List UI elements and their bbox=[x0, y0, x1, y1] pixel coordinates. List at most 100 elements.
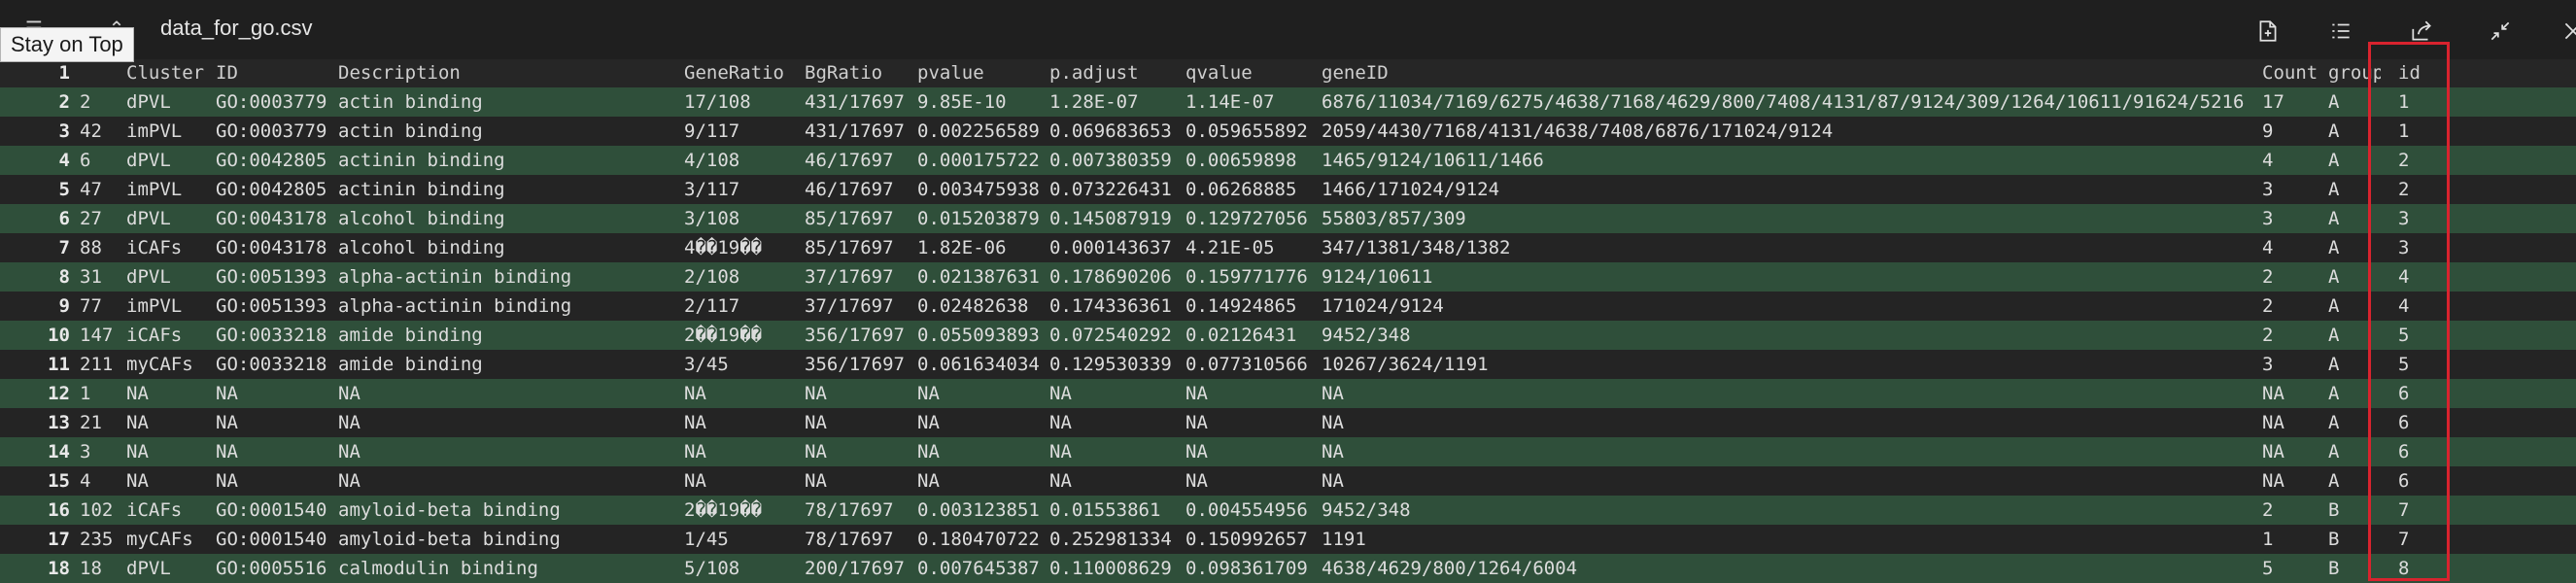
column-header[interactable]: ID bbox=[216, 59, 338, 87]
column-header[interactable]: Cluster bbox=[126, 59, 216, 87]
table-row[interactable]: 12 1 NA NA NA NA NA NA NA NA NA NA A 6 bbox=[0, 379, 2576, 408]
close-icon[interactable] bbox=[2558, 16, 2576, 47]
table-cell[interactable]: 4 bbox=[80, 466, 120, 496]
table-cell[interactable]: NA bbox=[1185, 437, 1322, 466]
table-cell[interactable]: NA bbox=[1322, 437, 2262, 466]
table-cell[interactable]: 10267/3624/1191 bbox=[1322, 350, 2262, 379]
new-file-icon[interactable] bbox=[2252, 16, 2284, 47]
table-cell[interactable]: 9.85E-10 bbox=[917, 87, 1049, 117]
table-cell[interactable]: NA bbox=[917, 466, 1049, 496]
table-cell[interactable]: NA bbox=[684, 379, 805, 408]
table-cell[interactable]: GO:0003779 bbox=[216, 87, 338, 117]
table-cell[interactable]: 0.00659898 bbox=[1185, 146, 1322, 175]
table-cell[interactable]: NA bbox=[1322, 408, 2262, 437]
table-cell[interactable]: 2059/4430/7168/4131/4638/7408/6876/17102… bbox=[1322, 117, 2262, 146]
table-cell[interactable]: NA bbox=[216, 437, 338, 466]
table-cell[interactable]: NA bbox=[126, 437, 216, 466]
table-cell[interactable]: calmodulin binding bbox=[338, 554, 684, 583]
table-cell[interactable]: 0.073226431 bbox=[1049, 175, 1185, 204]
table-cell[interactable]: 3/45 bbox=[684, 350, 805, 379]
table-cell[interactable]: NA bbox=[1049, 437, 1185, 466]
table-row[interactable]: 8 31 dPVL GO:0051393 alpha-actinin binding 2/… bbox=[0, 262, 2576, 292]
table-cell[interactable]: 2 bbox=[2262, 321, 2328, 350]
table-cell[interactable]: 4��19�� bbox=[684, 233, 805, 262]
table-cell[interactable]: 2��19�� bbox=[684, 321, 805, 350]
table-cell[interactable]: 235 bbox=[80, 525, 120, 554]
table-cell[interactable]: 0.015203879 bbox=[917, 204, 1049, 233]
table-cell[interactable]: 0.252981334 bbox=[1049, 525, 1185, 554]
table-cell[interactable]: dPVL bbox=[126, 87, 216, 117]
column-header[interactable]: pvalue bbox=[917, 59, 1049, 87]
table-row[interactable]: 14 3 NA NA NA NA NA NA NA NA NA NA A 6 bbox=[0, 437, 2576, 466]
table-cell[interactable]: 0.072540292 bbox=[1049, 321, 1185, 350]
table-cell[interactable]: NA bbox=[2262, 379, 2328, 408]
table-cell[interactable]: 37/17697 bbox=[805, 292, 917, 321]
table-cell[interactable]: 9 bbox=[2262, 117, 2328, 146]
table-cell[interactable]: 0.003123851 bbox=[917, 496, 1049, 525]
table-cell[interactable]: NA bbox=[126, 379, 216, 408]
table-cell[interactable]: 85/17697 bbox=[805, 204, 917, 233]
table-cell[interactable]: 0.159771776 bbox=[1185, 262, 1322, 292]
table-cell[interactable]: 102 bbox=[80, 496, 120, 525]
table-cell[interactable]: 147 bbox=[80, 321, 120, 350]
table-cell[interactable]: 4638/4629/800/1264/6004 bbox=[1322, 554, 2262, 583]
table-cell[interactable]: 0.01553861 bbox=[1049, 496, 1185, 525]
table-cell[interactable]: iCAFs bbox=[126, 496, 216, 525]
table-cell[interactable]: GO:0005516 bbox=[216, 554, 338, 583]
collapse-icon[interactable] bbox=[2485, 16, 2516, 47]
table-cell[interactable]: 31 bbox=[80, 262, 120, 292]
table-cell[interactable]: myCAFs bbox=[126, 350, 216, 379]
table-cell[interactable]: NA bbox=[917, 408, 1049, 437]
table-cell[interactable]: NA bbox=[1185, 466, 1322, 496]
table-cell[interactable]: 0.145087919 bbox=[1049, 204, 1185, 233]
table-cell[interactable]: NA bbox=[1049, 379, 1185, 408]
column-header[interactable]: Count bbox=[2262, 59, 2328, 87]
table-cell[interactable]: dPVL bbox=[126, 262, 216, 292]
table-cell[interactable]: 5 bbox=[2262, 554, 2328, 583]
table-cell[interactable]: NA bbox=[338, 466, 684, 496]
table-cell[interactable]: NA bbox=[216, 379, 338, 408]
table-cell[interactable]: 1 bbox=[2262, 525, 2328, 554]
table-cell[interactable]: 3 bbox=[2262, 175, 2328, 204]
list-icon[interactable] bbox=[2325, 16, 2356, 47]
table-row[interactable]: 11 211 myCAFs GO:0033218 amide binding 3/45 35… bbox=[0, 350, 2576, 379]
table-cell[interactable]: 431/17697 bbox=[805, 87, 917, 117]
column-header[interactable]: BgRatio bbox=[805, 59, 917, 87]
column-header[interactable]: qvalue bbox=[1185, 59, 1322, 87]
table-cell[interactable]: myCAFs bbox=[126, 525, 216, 554]
table-cell[interactable]: 431/17697 bbox=[805, 117, 917, 146]
table-cell[interactable]: 42 bbox=[80, 117, 120, 146]
table-cell[interactable]: iCAFs bbox=[126, 233, 216, 262]
table-cell[interactable]: alcohol binding bbox=[338, 233, 684, 262]
table-cell[interactable]: NA bbox=[684, 437, 805, 466]
table-cell[interactable]: NA bbox=[2262, 437, 2328, 466]
table-cell[interactable]: 0.000143637 bbox=[1049, 233, 1185, 262]
table-cell[interactable]: NA bbox=[1185, 408, 1322, 437]
table-cell[interactable]: NA bbox=[1185, 379, 1322, 408]
table-cell[interactable]: 5/108 bbox=[684, 554, 805, 583]
table-cell[interactable]: 0.174336361 bbox=[1049, 292, 1185, 321]
table-cell[interactable]: 0.007380359 bbox=[1049, 146, 1185, 175]
table-cell[interactable]: 3/117 bbox=[684, 175, 805, 204]
table-cell[interactable]: GO:0042805 bbox=[216, 175, 338, 204]
table-cell[interactable]: iCAFs bbox=[126, 321, 216, 350]
table-cell[interactable]: 0.129727056 bbox=[1185, 204, 1322, 233]
table-cell[interactable]: 1.28E-07 bbox=[1049, 87, 1185, 117]
table-cell[interactable]: GO:0043178 bbox=[216, 233, 338, 262]
table-cell[interactable]: 356/17697 bbox=[805, 321, 917, 350]
table-cell[interactable]: actin binding bbox=[338, 117, 684, 146]
table-cell[interactable]: 78/17697 bbox=[805, 525, 917, 554]
table-cell[interactable]: 18 bbox=[80, 554, 120, 583]
column-header[interactable]: GeneRatio bbox=[684, 59, 805, 87]
table-cell[interactable]: 9/117 bbox=[684, 117, 805, 146]
table-cell[interactable]: GO:0001540 bbox=[216, 525, 338, 554]
column-header[interactable]: geneID bbox=[1322, 59, 2262, 87]
table-cell[interactable]: NA bbox=[216, 466, 338, 496]
table-cell[interactable]: 0.004554956 bbox=[1185, 496, 1322, 525]
table-cell[interactable]: 0.007645387 bbox=[917, 554, 1049, 583]
table-cell[interactable]: NA bbox=[126, 408, 216, 437]
table-cell[interactable]: NA bbox=[917, 437, 1049, 466]
table-cell[interactable]: 0.098361709 bbox=[1185, 554, 1322, 583]
table-cell[interactable]: 2 bbox=[2262, 262, 2328, 292]
table-cell[interactable]: NA bbox=[338, 379, 684, 408]
